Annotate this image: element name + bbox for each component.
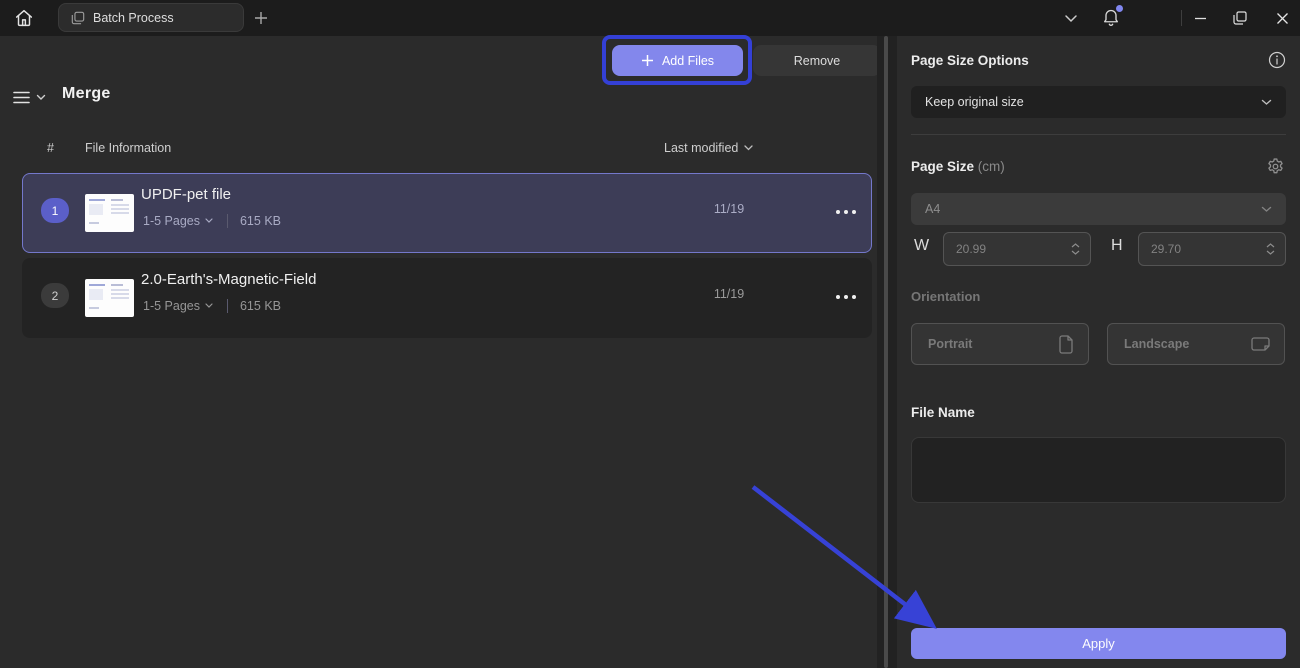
notifications-button[interactable] — [1096, 4, 1126, 32]
restore-icon — [1233, 11, 1247, 25]
width-value: 20.99 — [956, 242, 987, 256]
file-meta: 1-5 Pages 615 KB — [143, 214, 281, 228]
plus-icon — [641, 54, 654, 67]
file-meta: 1-5 Pages 615 KB — [143, 299, 281, 313]
minimize-button[interactable] — [1185, 4, 1215, 32]
merge-menu-button[interactable] — [12, 84, 56, 110]
page-size-mode-select[interactable]: Keep original size — [911, 86, 1286, 118]
last-modified-value: 11/19 — [713, 287, 745, 301]
chevron-down-icon — [1064, 14, 1078, 23]
chevron-down-icon — [36, 94, 46, 101]
file-name-input[interactable] — [911, 437, 1286, 503]
merge-toolbar: Merge Add Files Remove — [0, 35, 881, 103]
page-size-label: Page Size (cm) — [911, 159, 1005, 174]
landscape-page-icon — [1251, 336, 1270, 352]
home-button[interactable] — [8, 3, 40, 33]
file-table-header: # File Information Last modified — [0, 141, 877, 163]
apply-label: Apply — [1082, 636, 1115, 651]
last-modified-value: 11/19 — [713, 202, 745, 216]
pane-splitter[interactable] — [884, 36, 888, 668]
add-files-label: Add Files — [661, 53, 715, 68]
column-header-index: # — [47, 141, 54, 155]
main-pane: Merge Add Files Remove # File Informatio… — [0, 35, 881, 668]
height-stepper[interactable] — [1266, 243, 1275, 255]
chevron-up-icon — [1266, 243, 1275, 248]
app-window: Batch Process Merge Add Files Remove # F… — [0, 0, 1300, 668]
home-icon — [13, 7, 35, 29]
page-title: Merge — [62, 85, 111, 102]
file-name: UPDF-pet file — [141, 186, 232, 203]
batch-process-icon — [71, 11, 85, 25]
gear-icon[interactable] — [1265, 156, 1286, 177]
section-divider — [911, 134, 1286, 135]
chevron-down-icon — [1261, 99, 1272, 106]
last-modified-label: Last modified — [664, 141, 739, 155]
remove-button[interactable]: Remove — [753, 45, 881, 76]
landscape-button[interactable]: Landscape — [1107, 323, 1285, 365]
more-options-button[interactable] — [823, 194, 869, 230]
close-icon — [1276, 12, 1289, 25]
new-tab-button[interactable] — [248, 5, 274, 31]
height-input[interactable]: 29.70 — [1138, 232, 1286, 266]
remove-label: Remove — [793, 53, 841, 68]
file-name: 2.0-Earth's-Magnetic-Field — [141, 271, 317, 288]
file-thumbnail — [85, 194, 134, 232]
row-index-badge: 1 — [41, 198, 69, 223]
tab-batch-process[interactable]: Batch Process — [58, 3, 244, 32]
more-options-button[interactable] — [823, 279, 869, 315]
portrait-page-icon — [1058, 334, 1074, 354]
landscape-label: Landscape — [1124, 337, 1190, 351]
preset-value: A4 — [925, 202, 941, 216]
titlebar-separator — [1181, 10, 1182, 26]
pages-label: 1-5 Pages — [143, 214, 200, 228]
chevron-up-icon — [1071, 243, 1080, 248]
file-row-1[interactable]: 1 UPDF-pet file 1-5 Pages 615 KB 11/19 — [22, 173, 872, 253]
height-label: H — [1111, 237, 1123, 254]
orientation-label: Orientation — [911, 289, 981, 304]
selected-option-label: Keep original size — [925, 95, 1024, 109]
chevron-down-icon — [1261, 206, 1272, 213]
portrait-button[interactable]: Portrait — [911, 323, 1089, 365]
file-size: 615 KB — [226, 299, 281, 313]
tab-label: Batch Process — [93, 10, 174, 25]
file-row-2[interactable]: 2 2.0-Earth's-Magnetic-Field 1-5 Pages 6… — [22, 258, 872, 338]
width-stepper[interactable] — [1071, 243, 1080, 255]
height-value: 29.70 — [1151, 242, 1182, 256]
close-button[interactable] — [1267, 4, 1297, 32]
hamburger-menu-icon — [12, 90, 31, 105]
portrait-label: Portrait — [928, 337, 973, 351]
chevron-down-icon — [205, 303, 213, 309]
page-size-unit: (cm) — [977, 159, 1005, 174]
width-input[interactable]: 20.99 — [943, 232, 1091, 266]
panel-title: Page Size Options — [911, 52, 1029, 68]
apply-button[interactable]: Apply — [911, 628, 1286, 659]
column-header-file-information: File Information — [85, 141, 172, 155]
row-index-badge: 2 — [41, 283, 69, 308]
pages-label: 1-5 Pages — [143, 299, 200, 313]
minimize-icon — [1194, 12, 1207, 25]
page-size-label-text: Page Size — [911, 159, 975, 174]
info-icon[interactable] — [1268, 51, 1286, 69]
restore-button[interactable] — [1225, 4, 1255, 32]
chevron-down-icon — [1266, 250, 1275, 255]
pages-range-dropdown[interactable]: 1-5 Pages — [143, 299, 213, 313]
titlebar: Batch Process — [0, 0, 1300, 36]
plus-icon — [253, 10, 269, 26]
window-menu-button[interactable] — [1056, 4, 1086, 32]
chevron-down-icon — [205, 218, 213, 224]
column-header-last-modified[interactable]: Last modified — [664, 141, 754, 155]
page-size-preset-select[interactable]: A4 — [911, 193, 1286, 225]
file-size: 615 KB — [226, 214, 281, 228]
add-files-button[interactable]: Add Files — [612, 45, 743, 76]
page-size-options-panel: Page Size Options Keep original size Pag… — [897, 36, 1300, 668]
width-label: W — [914, 237, 930, 254]
pages-range-dropdown[interactable]: 1-5 Pages — [143, 214, 213, 228]
notification-dot — [1116, 5, 1123, 12]
chevron-down-icon — [1071, 250, 1080, 255]
file-thumbnail — [85, 279, 134, 317]
sort-chevron-icon — [744, 145, 754, 151]
file-name-label: File Name — [911, 405, 975, 420]
